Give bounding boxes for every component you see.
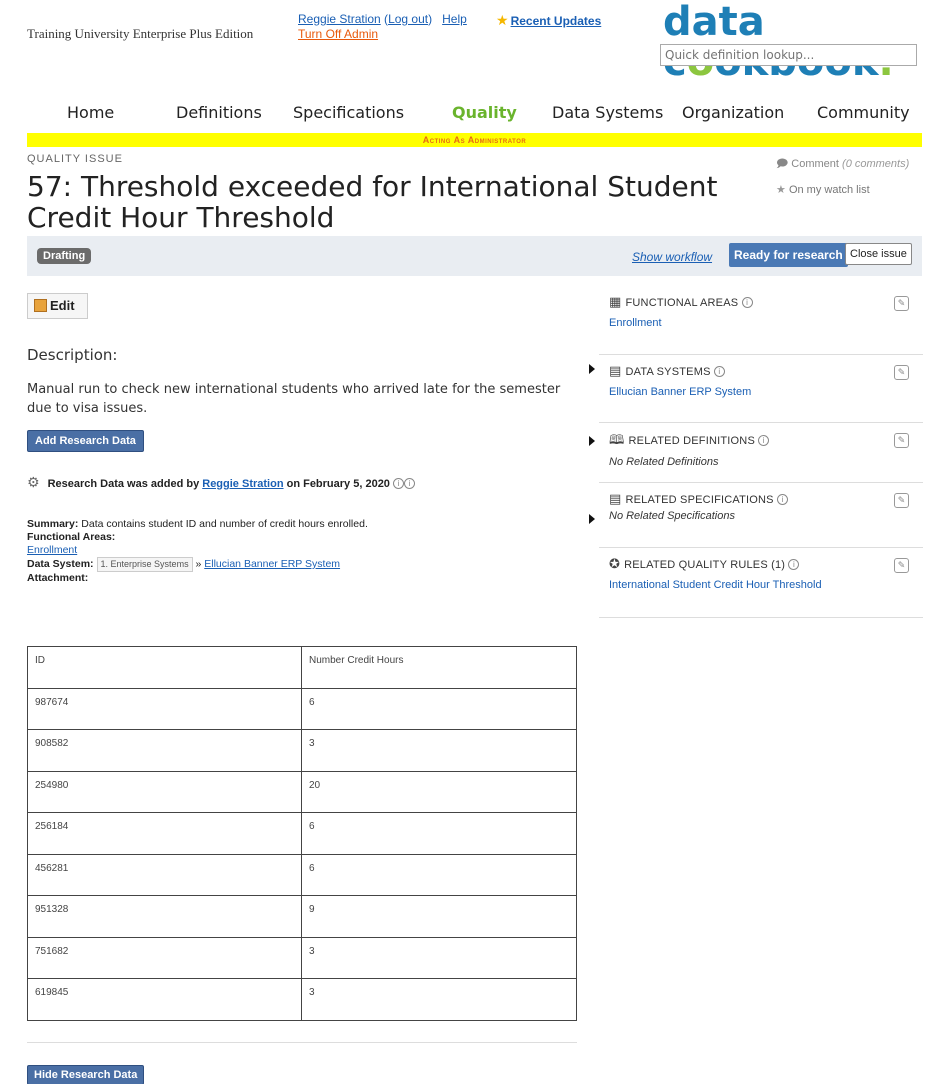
research-user-link[interactable]: Reggie Stration xyxy=(202,478,283,490)
data-systems-panel: ▤ DATA SYSTEMS i Ellucian Banner ERP Syst… xyxy=(599,355,923,423)
comment-link[interactable]: 🗩 Comment (0 comments) xyxy=(776,155,909,174)
admin-banner: Acting As Administrator xyxy=(27,133,922,147)
data-system-link[interactable]: Ellucian Banner ERP System xyxy=(204,558,340,570)
book-icon: 🕮 xyxy=(609,432,625,447)
turn-off-admin-link[interactable]: Turn Off Admin xyxy=(298,27,378,41)
document-icon: ▤ xyxy=(609,491,622,506)
related-quality-rules-panel: ✪ RELATED QUALITY RULES (1) i Internation… xyxy=(599,548,923,618)
functional-area-link[interactable]: Enrollment xyxy=(27,544,77,556)
info-icon[interactable]: i xyxy=(393,478,404,489)
edit-icon xyxy=(34,299,47,312)
info-icon[interactable]: i xyxy=(713,366,725,377)
star-icon: ★ xyxy=(496,12,509,28)
info-icon[interactable]: i xyxy=(777,494,788,505)
edit-pencil-icon[interactable]: ✎ xyxy=(894,558,909,573)
functional-areas-panel: ▦ FUNCTIONAL AREAS i Enrollment ✎ xyxy=(599,286,923,355)
research-data-line: ⚙ Research Data was added by Reggie Strat… xyxy=(27,474,415,491)
nav-quality[interactable]: Quality xyxy=(452,103,517,122)
edit-pencil-icon[interactable]: ✎ xyxy=(894,296,909,311)
related-specifications-value: No Related Specifications xyxy=(609,510,735,522)
info-icon[interactable]: i xyxy=(758,435,770,446)
add-research-data-button[interactable]: Add Research Data xyxy=(27,430,144,452)
datacookbook-logo[interactable]: data cookbook. xyxy=(663,2,935,82)
related-quality-rule-link[interactable]: International Student Credit Hour Thresh… xyxy=(609,579,915,591)
gear-icon: ⚙ xyxy=(27,474,40,490)
edit-button[interactable]: Edit xyxy=(27,293,88,319)
nav-definitions[interactable]: Definitions xyxy=(176,103,262,122)
nav-specifications[interactable]: Specifications xyxy=(293,103,404,122)
badge-check-icon: ✪ xyxy=(609,556,621,571)
nav-community[interactable]: Community xyxy=(817,103,910,122)
column-header: Number Credit Hours xyxy=(301,646,577,689)
edit-pencil-icon[interactable]: ✎ xyxy=(894,365,909,380)
table-row: 456281 6 xyxy=(27,853,577,896)
nav-organization[interactable]: Organization xyxy=(682,103,784,122)
table-header-row: ID Number Credit Hours xyxy=(27,646,577,689)
related-definitions-panel: 🕮 RELATED DEFINITIONS i No Related Defini… xyxy=(599,423,923,483)
show-workflow-link[interactable]: Show workflow xyxy=(632,250,712,264)
info-icon[interactable]: i xyxy=(741,297,753,308)
table-row: 751682 3 xyxy=(27,936,577,979)
recent-updates-link[interactable]: Recent Updates xyxy=(511,14,602,28)
close-issue-button[interactable]: Close issue xyxy=(845,243,912,265)
related-specifications-panel: ▤ RELATED SPECIFICATIONS i No Related Spe… xyxy=(599,483,923,548)
logout-link[interactable]: Log out xyxy=(388,12,428,26)
research-data-table: ID Number Credit Hours 987674 6 908582 3 2… xyxy=(27,646,577,1021)
help-link[interactable]: Help xyxy=(442,12,467,26)
user-name-link[interactable]: Reggie Stration xyxy=(298,12,381,26)
description-heading: Description: xyxy=(27,346,118,364)
user-links: Reggie Stration (Log out) Help Turn Off … xyxy=(298,12,467,41)
table-row: 908582 3 xyxy=(27,729,577,772)
arrow-icon xyxy=(589,514,595,524)
info-icon[interactable]: i xyxy=(404,478,415,489)
table-row: 256184 6 xyxy=(27,812,577,855)
document-icon: ▤ xyxy=(609,363,622,378)
building-icon: ▦ xyxy=(609,294,622,309)
related-definitions-value: No Related Definitions xyxy=(609,456,719,468)
table-row: 619845 3 xyxy=(27,978,577,1021)
edit-pencil-icon[interactable]: ✎ xyxy=(894,433,909,448)
description-text: Manual run to check new international st… xyxy=(27,382,561,416)
research-summary: Summary: Data contains student ID and nu… xyxy=(27,518,368,584)
institution-name: Training University Enterprise Plus Edit… xyxy=(27,26,254,41)
page-title: 57: Threshold exceeded for International… xyxy=(27,170,718,234)
ready-for-research-button[interactable]: Ready for research xyxy=(729,243,848,267)
edit-pencil-icon[interactable]: ✎ xyxy=(894,493,909,508)
table-scrollbar[interactable] xyxy=(27,1042,577,1048)
main-nav: Home Definitions Specifications Quality … xyxy=(0,100,935,126)
quick-lookup-input[interactable] xyxy=(660,44,917,66)
nav-data-systems[interactable]: Data Systems xyxy=(552,103,663,122)
arrow-icon xyxy=(589,364,595,374)
data-system-chip: 1. Enterprise Systems xyxy=(96,557,193,572)
watch-list-toggle[interactable]: ★ On my watch list xyxy=(776,183,870,196)
hide-research-data-button[interactable]: Hide Research Data xyxy=(27,1065,145,1084)
column-header: ID xyxy=(27,646,302,689)
status-badge: Drafting xyxy=(37,248,92,264)
table-row: 254980 20 xyxy=(27,770,577,813)
arrow-icon xyxy=(589,436,595,446)
info-icon[interactable]: i xyxy=(788,559,800,570)
table-row: 951328 9 xyxy=(27,895,577,938)
recent-updates[interactable]: ★ Recent Updates xyxy=(496,12,601,29)
star-icon: ★ xyxy=(776,184,786,196)
nav-home[interactable]: Home xyxy=(67,103,114,122)
comment-icon: 🗩 xyxy=(776,158,789,170)
sidebar: ▦ FUNCTIONAL AREAS i Enrollment ✎ ▤ DATA S… xyxy=(599,286,923,618)
data-system-value[interactable]: Ellucian Banner ERP System xyxy=(609,386,915,398)
page-kicker: QUALITY ISSUE xyxy=(27,153,123,165)
functional-area-value[interactable]: Enrollment xyxy=(609,317,915,329)
table-row: 987674 6 xyxy=(27,687,577,730)
